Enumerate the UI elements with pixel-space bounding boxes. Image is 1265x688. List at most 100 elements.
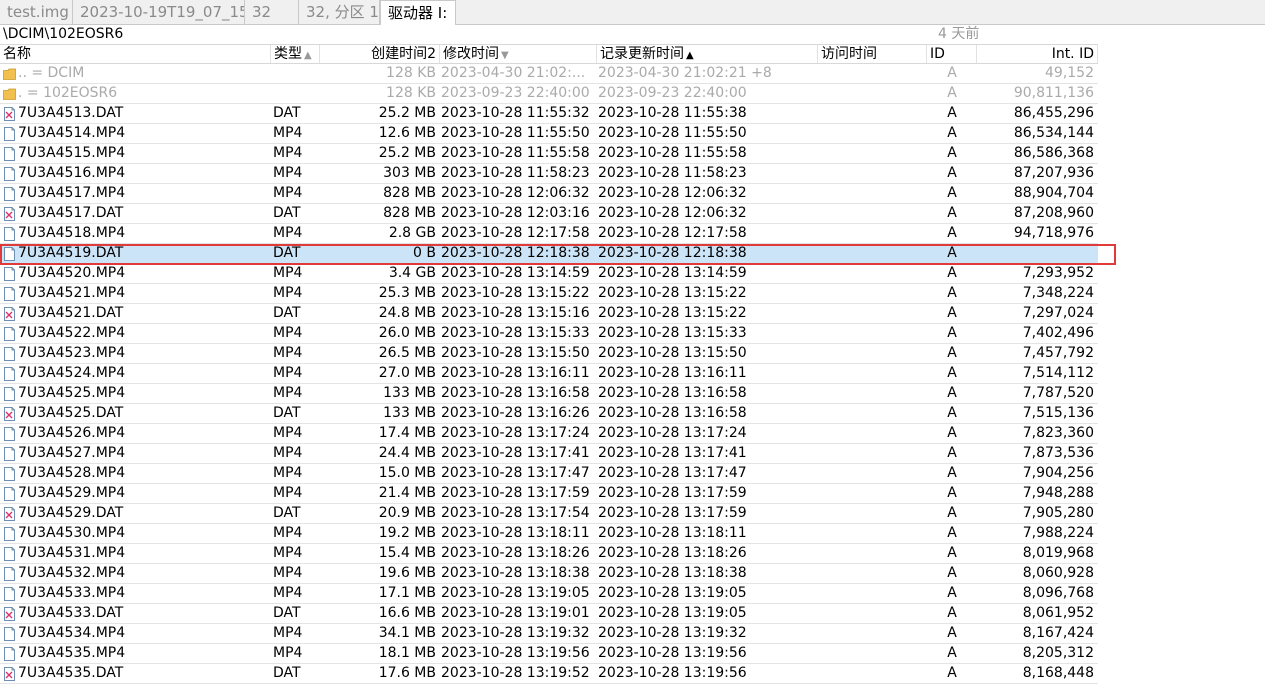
file-name: 7U3A4521.MP4	[18, 285, 126, 301]
record-updated-time: 2023-10-28 13:19:56	[598, 645, 747, 661]
table-row[interactable]: 7U3A4513.DAT DAT 25.2 MB 2023-10-28 11:55:3…	[0, 104, 1098, 124]
table-row[interactable]: 7U3A4514.MP4 MP4 12.6 MB 2023-10-28 11:55:5…	[0, 124, 1098, 144]
int-id: 7,348,224	[1022, 285, 1094, 301]
file-size: 25.2 MB	[378, 105, 436, 121]
file-table: 名称 类型 ▲ 创建时间2 修改时间 ▼ 记录更新时间 ▲ 访问时间 ID Int. …	[0, 44, 1098, 684]
col-header-modified[interactable]: 修改时间 ▼	[440, 45, 597, 63]
modified-time: 2023-10-28 13:19:52	[441, 665, 590, 681]
col-header-record-updated[interactable]: 记录更新时间 ▲	[597, 45, 818, 63]
col-header-id[interactable]: ID	[927, 45, 977, 63]
file-name: 7U3A4525.DAT	[18, 405, 124, 421]
file-icon	[4, 247, 15, 261]
record-updated-time: 2023-10-28 12:06:32	[598, 185, 747, 201]
record-updated-time: 2023-10-28 11:58:23	[598, 165, 747, 181]
file-id: A	[947, 405, 957, 421]
file-type: MP4	[273, 225, 303, 241]
table-row[interactable]: 7U3A4516.MP4 MP4 303 MB 2023-10-28 11:58:23…	[0, 164, 1098, 184]
table-row[interactable]: 7U3A4534.MP4 MP4 34.1 MB 2023-10-28 13:19:3…	[0, 624, 1098, 644]
file-id: A	[947, 645, 957, 661]
col-header-accessed[interactable]: 访问时间	[818, 45, 927, 63]
table-row[interactable]: 7U3A4530.MP4 MP4 19.2 MB 2023-10-28 13:18:1…	[0, 524, 1098, 544]
table-row[interactable]: 7U3A4532.MP4 MP4 19.6 MB 2023-10-28 13:18:3…	[0, 564, 1098, 584]
file-name: 7U3A4527.MP4	[18, 445, 126, 461]
tab-snapshot[interactable]: 2023-10-19T19_07_15	[73, 0, 245, 24]
table-row[interactable]: 7U3A4527.MP4 MP4 24.4 MB 2023-10-28 13:17:4…	[0, 444, 1098, 464]
int-id: 87,208,960	[1013, 205, 1094, 221]
file-icon	[4, 367, 15, 381]
table-row[interactable]: 7U3A4522.MP4 MP4 26.0 MB 2023-10-28 13:15:3…	[0, 324, 1098, 344]
record-updated-time: 2023-10-28 13:17:59	[598, 485, 747, 501]
table-row[interactable]: 7U3A4535.DAT DAT 17.6 MB 2023-10-28 13:19:5…	[0, 664, 1098, 684]
table-row[interactable]: 7U3A4521.DAT DAT 24.8 MB 2023-10-28 13:15:1…	[0, 304, 1098, 324]
tab-partition[interactable]: 32, 分区 1	[299, 0, 380, 24]
table-row[interactable]: 7U3A4517.MP4 MP4 828 MB 2023-10-28 12:06:32…	[0, 184, 1098, 204]
file-name: 7U3A4518.MP4	[18, 225, 126, 241]
table-row[interactable]: 7U3A4517.DAT DAT 828 MB 2023-10-28 12:03:16…	[0, 204, 1098, 224]
record-updated-time: 2023-10-28 13:17:59	[598, 505, 747, 521]
current-path[interactable]: \DCIM\102EOSR6	[3, 25, 123, 44]
selected-table-row[interactable]: 7U3A4519.DAT DAT 0 B 2023-10-28 12:18:38 202…	[0, 244, 1098, 264]
table-row[interactable]: 7U3A4533.DAT DAT 16.6 MB 2023-10-28 13:19:0…	[0, 604, 1098, 624]
col-header-record-label: 记录更新时间	[600, 46, 684, 62]
file-size: 128 KB	[386, 65, 436, 81]
file-type: DAT	[273, 305, 301, 321]
tab-disk[interactable]: 32	[245, 0, 299, 24]
file-type: MP4	[273, 485, 303, 501]
modified-time: 2023-10-28 13:18:26	[441, 545, 590, 561]
modified-time: 2023-10-28 13:16:26	[441, 405, 590, 421]
file-type: MP4	[273, 565, 303, 581]
file-name: 7U3A4529.DAT	[18, 505, 124, 521]
table-row[interactable]: 7U3A4521.MP4 MP4 25.3 MB 2023-10-28 13:15:2…	[0, 284, 1098, 304]
file-name: 7U3A4525.MP4	[18, 385, 126, 401]
int-id: 7,823,360	[1022, 425, 1094, 441]
modified-time: 2023-10-28 13:18:38	[441, 565, 590, 581]
modified-time: 2023-10-28 11:55:32	[441, 105, 590, 121]
table-row[interactable]: 7U3A4525.DAT DAT 133 MB 2023-10-28 13:16:26…	[0, 404, 1098, 424]
folder-icon	[3, 88, 16, 100]
file-type: MP4	[273, 385, 303, 401]
col-header-name[interactable]: 名称	[0, 45, 271, 63]
tab-image-file[interactable]: test.img	[0, 0, 73, 24]
table-row[interactable]: 7U3A4526.MP4 MP4 17.4 MB 2023-10-28 13:17:2…	[0, 424, 1098, 444]
deleted-file-icon	[4, 507, 15, 521]
parent-folder-row[interactable]: . = 102EOSR6 128 KB 2023-09-23 22:40:00 202…	[0, 84, 1098, 104]
table-row[interactable]: 7U3A4529.MP4 MP4 21.4 MB 2023-10-28 13:17:5…	[0, 484, 1098, 504]
table-row[interactable]: 7U3A4531.MP4 MP4 15.4 MB 2023-10-28 13:18:2…	[0, 544, 1098, 564]
time-ago: 4 天前	[938, 26, 980, 42]
modified-time: 2023-10-28 13:19:32	[441, 625, 590, 641]
col-header-accessed-label: 访问时间	[821, 46, 877, 62]
file-type: MP4	[273, 345, 303, 361]
table-row[interactable]: 7U3A4523.MP4 MP4 26.5 MB 2023-10-28 13:15:5…	[0, 344, 1098, 364]
table-row[interactable]: 7U3A4525.MP4 MP4 133 MB 2023-10-28 13:16:58…	[0, 384, 1098, 404]
modified-time: 2023-10-28 12:18:38	[441, 245, 590, 261]
int-id: 8,205,312	[1022, 645, 1094, 661]
col-header-created[interactable]: 创建时间2	[320, 45, 440, 63]
file-size: 24.4 MB	[378, 445, 436, 461]
file-type: DAT	[273, 665, 301, 681]
file-size: 15.0 MB	[378, 465, 436, 481]
file-icon	[4, 267, 15, 281]
table-row[interactable]: 7U3A4524.MP4 MP4 27.0 MB 2023-10-28 13:16:1…	[0, 364, 1098, 384]
file-type: DAT	[273, 405, 301, 421]
table-row[interactable]: 7U3A4529.DAT DAT 20.9 MB 2023-10-28 13:17:5…	[0, 504, 1098, 524]
table-row[interactable]: 7U3A4528.MP4 MP4 15.0 MB 2023-10-28 13:17:4…	[0, 464, 1098, 484]
int-id: 7,297,024	[1022, 305, 1094, 321]
file-name: 7U3A4519.DAT	[18, 245, 124, 261]
table-row[interactable]: 7U3A4520.MP4 MP4 3.4 GB 2023-10-28 13:14:59…	[0, 264, 1098, 284]
table-row[interactable]: 7U3A4535.MP4 MP4 18.1 MB 2023-10-28 13:19:5…	[0, 644, 1098, 664]
tab-drive[interactable]: 驱动器 I:	[380, 0, 456, 25]
file-size: 128 KB	[386, 85, 436, 101]
col-header-int-id[interactable]: Int. ID	[977, 45, 1098, 63]
file-name: 7U3A4516.MP4	[18, 165, 126, 181]
table-row[interactable]: 7U3A4533.MP4 MP4 17.1 MB 2023-10-28 13:19:0…	[0, 584, 1098, 604]
table-row[interactable]: 7U3A4515.MP4 MP4 25.2 MB 2023-10-28 11:55:5…	[0, 144, 1098, 164]
int-id: 8,167,424	[1022, 625, 1094, 641]
int-id: 90,811,136	[1013, 85, 1094, 101]
modified-time: 2023-09-23 22:40:00	[441, 85, 590, 101]
file-icon	[4, 427, 15, 441]
parent-folder-row[interactable]: .. = DCIM 128 KB 2023-04-30 21:02:... 2023-…	[0, 64, 1098, 84]
table-row[interactable]: 7U3A4518.MP4 MP4 2.8 GB 2023-10-28 12:17:58…	[0, 224, 1098, 244]
col-header-type[interactable]: 类型 ▲	[271, 45, 320, 63]
file-id: A	[947, 145, 957, 161]
file-id: A	[947, 325, 957, 341]
